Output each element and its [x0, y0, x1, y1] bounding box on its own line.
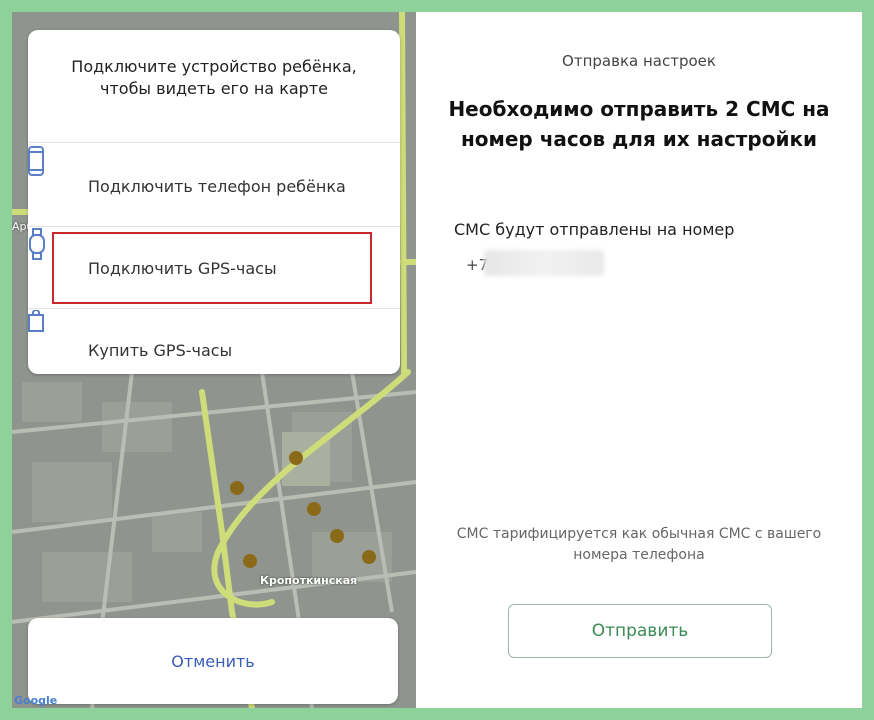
divider	[28, 226, 400, 227]
sms-tariff-note: СМС тарифицируется как обычная СМС с ваш…	[456, 526, 822, 563]
sms-destination-label: СМС будут отправлены на номер	[454, 220, 735, 239]
send-button[interactable]: Отправить	[508, 604, 772, 658]
divider	[28, 142, 400, 143]
phone-number-blur	[484, 250, 604, 276]
pane-title: Необходимо отправить 2 СМС на номер часо…	[448, 97, 830, 151]
highlight-box	[52, 232, 372, 304]
map-view[interactable]: Кропоткинская Арб Подключите устройство …	[12, 12, 416, 708]
buy-gps-watch-label: Купить GPS-часы	[88, 340, 233, 360]
phone-icon	[28, 146, 70, 202]
connect-device-sheet: Подключите устройство ребёнка, чтобы вид…	[28, 30, 400, 374]
send-settings-pane: Отправка настроек Необходимо отправить 2…	[416, 12, 862, 708]
shopping-bag-icon	[28, 310, 70, 366]
cancel-button[interactable]: Отменить	[28, 618, 398, 704]
google-logo: Google	[14, 694, 58, 707]
screenshot-frame: Кропоткинская Арб Подключите устройство …	[12, 12, 862, 708]
connect-child-phone-label: Подключить телефон ребёнка	[88, 176, 346, 196]
map-place-label: Кропоткинская	[260, 574, 358, 587]
connect-child-phone-item[interactable]: Подключить телефон ребёнка	[28, 146, 400, 226]
sheet-title: Подключите устройство ребёнка, чтобы вид…	[71, 57, 357, 98]
divider	[28, 308, 400, 309]
buy-gps-watch-item[interactable]: Купить GPS-часы	[28, 310, 400, 374]
pane-heading: Отправка настроек	[562, 52, 716, 70]
